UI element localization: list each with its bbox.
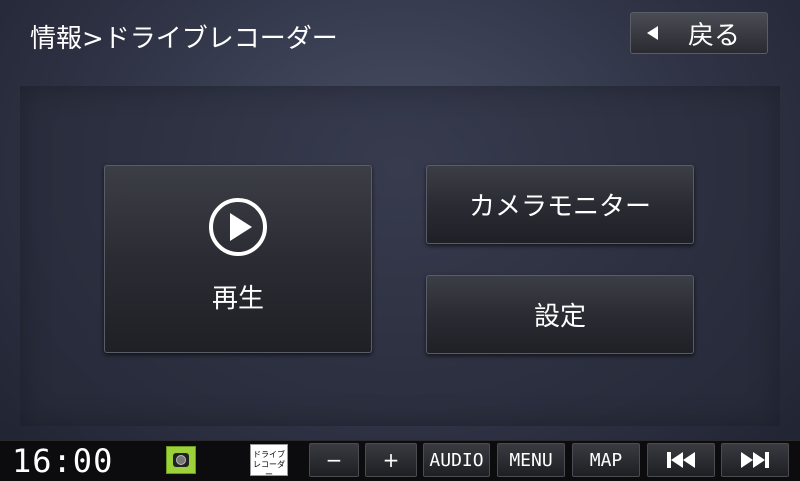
audio-button[interactable]: AUDIO xyxy=(423,443,490,477)
audio-button-label: AUDIO xyxy=(429,449,484,471)
camera-monitor-button[interactable]: カメラモニター xyxy=(426,165,694,244)
menu-button[interactable]: MENU xyxy=(497,443,565,477)
settings-button[interactable]: 設定 xyxy=(426,275,694,354)
settings-label: 設定 xyxy=(533,302,586,332)
map-button[interactable]: MAP xyxy=(572,443,640,477)
back-button-label: 戻る xyxy=(688,20,741,51)
play-button[interactable]: 再生 xyxy=(104,165,372,353)
camera-monitor-label: カメラモニター xyxy=(468,192,651,222)
skip-next-icon xyxy=(741,452,769,468)
skip-previous-icon xyxy=(667,452,695,468)
drive-recorder-indicator-line2: レコーダー xyxy=(253,460,285,479)
minus-icon: − xyxy=(325,448,343,472)
play-button-label: 再生 xyxy=(211,283,264,314)
drive-recorder-indicator-line1: ドライブ xyxy=(253,450,285,459)
menu-button-label: MENU xyxy=(509,449,553,471)
clock: 16:00 xyxy=(12,442,114,480)
previous-track-button[interactable] xyxy=(647,443,715,477)
volume-up-button[interactable]: + xyxy=(365,443,417,477)
volume-down-button[interactable]: − xyxy=(309,443,359,477)
next-track-button[interactable] xyxy=(721,443,789,477)
plus-icon: + xyxy=(382,448,400,472)
back-arrow-icon xyxy=(647,26,658,40)
drive-recorder-indicator: ドライブ レコーダー xyxy=(250,444,288,479)
camera-indicator-icon xyxy=(166,446,196,474)
back-button[interactable]: 戻る xyxy=(630,12,768,54)
map-button-label: MAP xyxy=(589,449,623,471)
page-title: 情報>ドライブレコーダー xyxy=(30,24,338,54)
play-icon xyxy=(209,197,267,256)
